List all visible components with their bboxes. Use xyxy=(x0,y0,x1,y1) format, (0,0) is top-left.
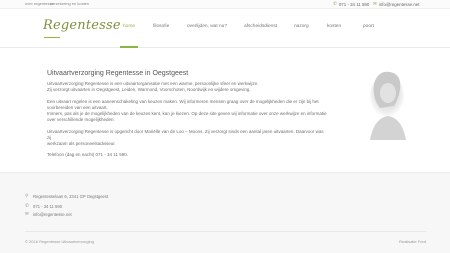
main-nav: home filosofie overlijden, wat nu? afsch… xyxy=(0,24,450,32)
mail-icon: ✉ xyxy=(25,211,29,216)
nav-item-filosofie[interactable]: filosofie xyxy=(153,24,169,29)
footer-email[interactable]: ✉ info@regentesse.net xyxy=(25,211,72,217)
footer-address: ⚲ Regentesselaan 6, 2341 GP Oegstgeest xyxy=(25,193,108,199)
phone-paragraph: Telefoon (dag en nacht) 071 - 34 11 590. xyxy=(47,152,128,157)
founder-paragraph: Uitvaartverzorging Regentesse is opgeric… xyxy=(47,129,327,147)
main-content: Uitvaartverzorging Regentesse in Oegstge… xyxy=(0,48,450,172)
top-email-text: info@regentesse.net xyxy=(378,1,420,7)
footer-phone-text: 071 - 34 11 590 xyxy=(33,203,63,209)
nav-item-nazorg[interactable]: nazorg xyxy=(294,24,309,29)
nav-item-afscheidsdienst[interactable]: afscheidsdienst xyxy=(244,24,277,29)
intro-line-2: Zij verzorgt uitvaarten in Oegstgeest, L… xyxy=(47,87,251,92)
location-icon: ⚲ xyxy=(25,193,29,198)
choices-paragraph: Een uitvaart regelen is een aaneenschake… xyxy=(47,99,327,123)
phone-icon: ✆ xyxy=(333,1,337,6)
phone-icon: ✆ xyxy=(25,203,29,208)
page-title: Uitvaartverzorging Regentesse in Oegstge… xyxy=(47,70,189,77)
footer-email-text: info@regentesse.net xyxy=(33,211,72,217)
footer-phone[interactable]: ✆ 071 - 34 11 590 xyxy=(25,203,62,209)
top-link-kosten[interactable]: verzekering en kosten xyxy=(50,1,89,6)
founder-line-2: werkzaam als personeelsadviseur. xyxy=(47,141,116,146)
nav-item-poort[interactable]: poort xyxy=(363,24,374,29)
footer: ⚲ Regentesselaan 6, 2341 GP Oegstgeest ✆… xyxy=(0,172,450,253)
mail-icon: ✉ xyxy=(373,1,377,6)
top-bar: over regentesse verzekering en kosten ✆ … xyxy=(0,0,450,9)
nav-item-home[interactable]: home xyxy=(123,24,135,29)
copyright: © 2016 Regentesse Uitvaartverzorging xyxy=(25,239,94,244)
founder-portrait xyxy=(360,66,410,140)
header: Regentesse home filosofie overlijden, wa… xyxy=(0,9,450,48)
intro-paragraph: Uitvaartverzorging Regentesse is een uit… xyxy=(47,81,327,93)
choices-line-4: over verschillende mogelijkheden. xyxy=(47,117,115,122)
nav-item-kosten[interactable]: kosten xyxy=(327,24,341,29)
founder-line-1: Uitvaartverzorging Regentesse is opgeric… xyxy=(47,129,324,140)
logo-underline xyxy=(44,37,60,38)
top-email[interactable]: ✉ info@regentesse.net xyxy=(373,1,419,7)
top-phone-text: 071 - 34 11 590 xyxy=(338,1,370,7)
footer-address-text: Regentesselaan 6, 2341 GP Oegstgeest xyxy=(33,193,109,199)
credit-link[interactable]: Realisatie Fred xyxy=(399,239,426,244)
nav-item-overlijden[interactable]: overlijden, wat nu? xyxy=(187,24,227,29)
footer-divider xyxy=(25,231,426,232)
top-phone[interactable]: ✆ 071 - 34 11 590 xyxy=(333,1,369,7)
